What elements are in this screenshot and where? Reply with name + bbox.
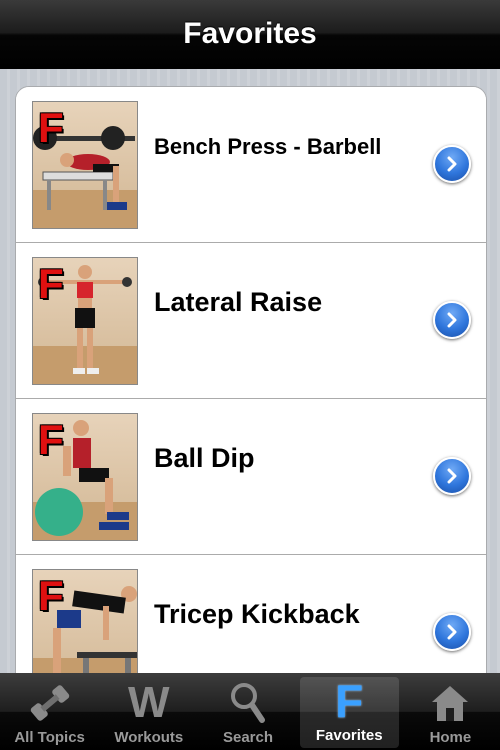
tab-label: Favorites [315,727,383,744]
favorite-badge-icon: F [38,104,64,151]
exercise-name: Ball Dip [154,443,255,473]
favorites-list: F Bench Press - Barbell F Lateral Raise … [15,86,487,673]
tab-favorites[interactable]: F Favorites [299,675,399,748]
exercise-name: Bench Press - Barbell [154,133,382,159]
page-title: Favorites [183,17,317,50]
tab-label: Home [429,729,472,746]
list-item[interactable]: F Lateral Raise [16,243,486,399]
w-letter-icon: W [128,678,170,727]
navigation-bar: Favorites [0,0,500,69]
tab-label: Search [222,729,274,746]
exercise-thumbnail: F [32,569,138,673]
chevron-right-icon [447,468,457,484]
f-letter-icon: F [335,675,364,727]
chevron-right-icon [447,156,457,172]
chevron-right-icon [447,624,457,640]
exercise-name: Tricep Kickback [154,599,360,629]
chevron-right-icon [447,312,457,328]
favorite-badge-icon: F [38,260,64,307]
detail-disclosure-button[interactable] [433,145,471,183]
tab-all-topics[interactable]: All Topics [0,673,99,750]
tab-label: Workouts [114,729,184,746]
detail-disclosure-button[interactable] [433,457,471,495]
tab-search[interactable]: Search [198,673,297,750]
favorite-badge-icon: F [38,572,64,619]
list-item[interactable]: F Tricep Kickback [16,555,486,673]
tab-home[interactable]: Home [401,673,500,750]
favorite-badge-icon: F [38,416,64,463]
exercise-name: Lateral Raise [154,287,323,317]
favorites-content[interactable]: F Bench Press - Barbell F Lateral Raise … [0,69,500,673]
list-item[interactable]: F Ball Dip [16,399,486,555]
exercise-thumbnail: F [32,257,138,385]
detail-disclosure-button[interactable] [433,301,471,339]
tab-workouts[interactable]: W Workouts [99,673,198,750]
magnifier-icon [231,683,265,723]
house-icon [432,686,469,721]
dumbbell-icon [30,685,69,721]
tab-bar: All Topics W Workouts Search F Favorites [0,673,500,750]
exercise-thumbnail: F [32,101,138,229]
list-item[interactable]: F Bench Press - Barbell [16,87,486,243]
detail-disclosure-button[interactable] [433,613,471,651]
tab-label: All Topics [14,729,85,746]
exercise-thumbnail: F [32,413,138,541]
